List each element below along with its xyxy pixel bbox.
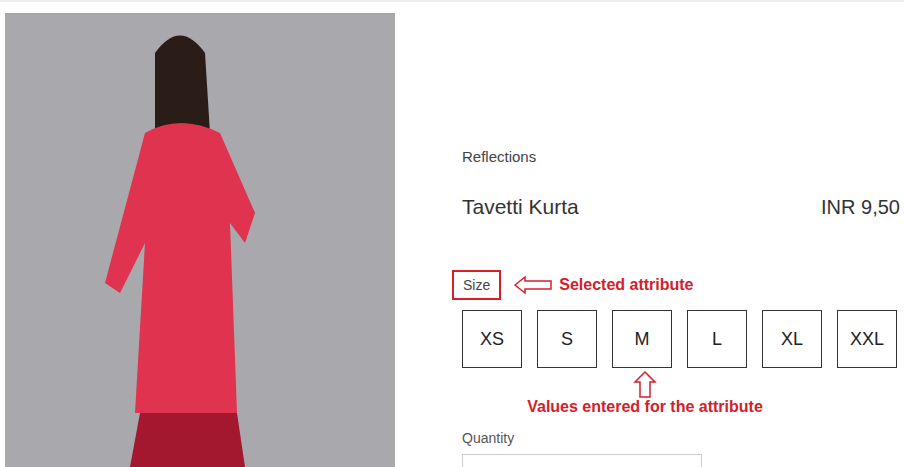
title-row: Tavetti Kurta INR 9,50: [462, 194, 900, 220]
values-note: Values entered for the attribute: [527, 398, 763, 416]
size-label: Size: [452, 270, 501, 300]
product-info: Reflections Tavetti Kurta INR 9,50 Size …: [395, 2, 904, 467]
attribute-row: Size Selected attribute: [452, 270, 904, 300]
up-arrow-icon: [633, 370, 657, 398]
values-annotation: Values entered for the attribute: [462, 370, 828, 416]
product-page: Reflections Tavetti Kurta INR 9,50 Size …: [0, 0, 904, 467]
size-option[interactable]: XS: [462, 310, 522, 368]
product-photo: [5, 13, 395, 467]
model-figure-icon: [5, 13, 395, 467]
selected-attribute-note: Selected attribute: [559, 276, 693, 294]
size-options: XS SML XL XXL: [462, 310, 904, 368]
left-arrow-icon: [513, 275, 553, 295]
quantity-label: Quantity: [462, 430, 904, 446]
product-price: INR 9,50: [821, 194, 900, 220]
quantity-field[interactable]: [462, 454, 702, 467]
product-title: Tavetti Kurta: [462, 194, 579, 220]
size-option[interactable]: M: [612, 310, 672, 368]
size-option[interactable]: S: [537, 310, 597, 368]
size-option[interactable]: XXL: [837, 310, 897, 368]
size-option[interactable]: XL: [762, 310, 822, 368]
brand-name: Reflections: [462, 148, 904, 166]
size-option[interactable]: L: [687, 310, 747, 368]
